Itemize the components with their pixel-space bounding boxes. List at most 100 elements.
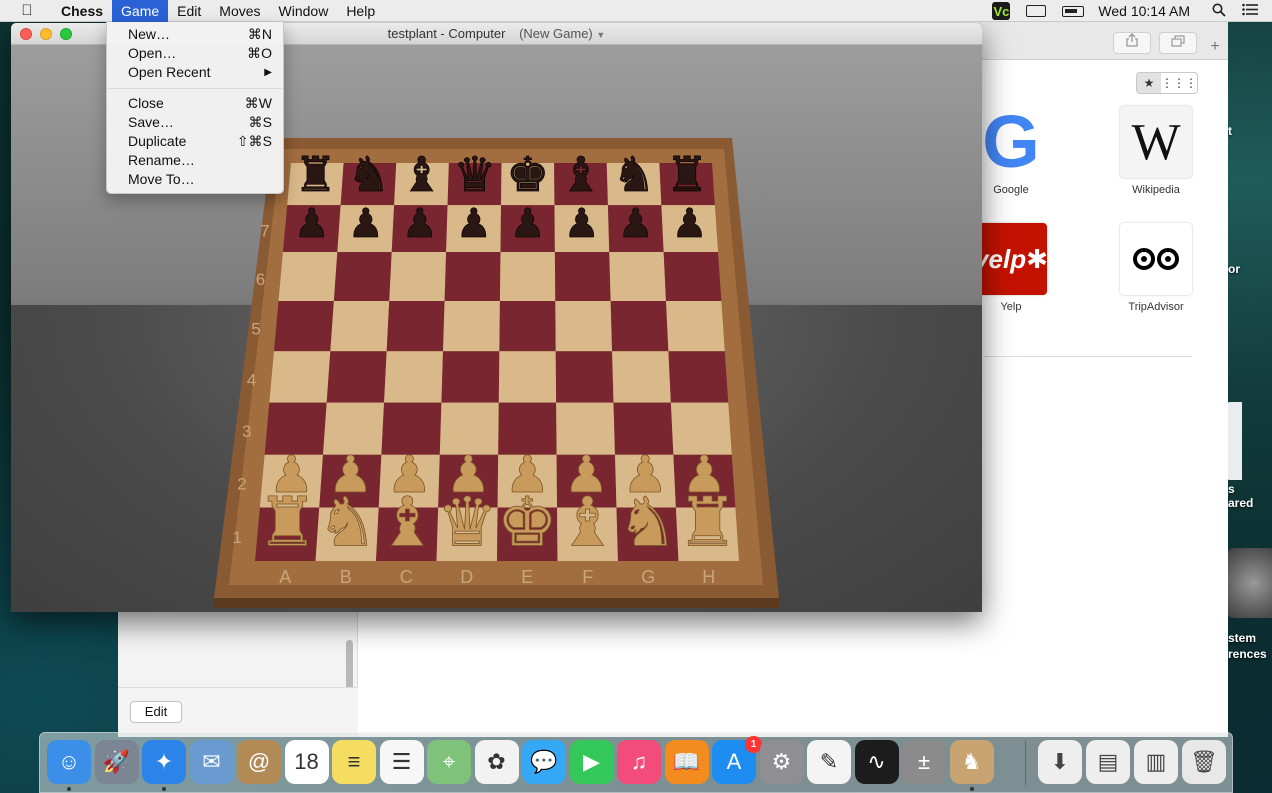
system-preferences-icon[interactable]: ⚙ — [759, 740, 804, 784]
black-pawn-piece[interactable]: ♟ — [617, 201, 654, 248]
safari-icon[interactable]: ✦ — [142, 740, 186, 784]
board-square[interactable] — [663, 252, 722, 301]
messages-icon[interactable]: 💬 — [522, 740, 566, 784]
black-rook-piece[interactable]: ♜ — [665, 147, 709, 204]
board-square[interactable] — [273, 300, 334, 352]
black-pawn-piece[interactable]: ♟ — [671, 201, 708, 248]
desktop-label-1[interactable]: t — [1228, 124, 1232, 138]
favorite-yelp[interactable]: yelp✱ Yelp — [974, 223, 1048, 313]
board-square[interactable] — [609, 252, 667, 301]
white-knight-piece[interactable]: ♞ — [616, 483, 678, 563]
black-pawn-piece[interactable]: ♟ — [294, 201, 331, 248]
black-pawn-piece[interactable]: ♟ — [563, 201, 600, 248]
tabs-overview-button[interactable] — [1159, 32, 1197, 54]
vnc-icon[interactable]: Vc — [992, 2, 1011, 20]
board-square[interactable] — [666, 300, 725, 352]
desktop-label-6[interactable]: rences — [1228, 647, 1267, 661]
board-square[interactable] — [386, 300, 445, 352]
star-icon[interactable]: ★ — [1137, 73, 1161, 93]
board-square[interactable] — [444, 252, 501, 301]
board-square[interactable] — [278, 252, 338, 301]
downloads-folder-icon[interactable]: ⬇ — [1038, 740, 1082, 784]
ibooks-icon[interactable]: 📖 — [664, 740, 709, 784]
desktop-label-3[interactable]: s — [1228, 482, 1235, 496]
white-king-piece[interactable]: ♚ — [496, 483, 558, 563]
black-bishop-piece[interactable]: ♝ — [400, 147, 444, 204]
white-knight-piece[interactable]: ♞ — [316, 483, 378, 563]
menu-window[interactable]: Window — [270, 0, 338, 22]
desktop-label-2[interactable]: or — [1228, 262, 1240, 276]
black-knight-piece[interactable]: ♞ — [612, 147, 656, 204]
menu-item-save[interactable]: Save… ⌘S — [107, 113, 283, 132]
battery-icon[interactable] — [1062, 5, 1085, 17]
favorite-tripadvisor[interactable]: TripAdvisor — [1119, 223, 1193, 313]
favorites-view-toggle[interactable]: ★ ⋮⋮⋮ — [1136, 72, 1198, 94]
board-square[interactable] — [443, 300, 500, 352]
black-knight-piece[interactable]: ♞ — [347, 147, 391, 204]
board-square[interactable] — [610, 300, 669, 352]
edit-button[interactable]: Edit — [130, 701, 182, 723]
maps-icon[interactable]: ⌖ — [427, 740, 471, 784]
board-square[interactable] — [498, 351, 557, 403]
menu-game[interactable]: Game — [112, 0, 169, 22]
new-tab-plus-icon[interactable]: + — [1204, 37, 1226, 59]
display-icon[interactable] — [1026, 5, 1047, 17]
black-bishop-piece[interactable]: ♝ — [559, 147, 603, 204]
favorite-wikipedia[interactable]: W Wikipedia — [1119, 106, 1193, 196]
white-bishop-piece[interactable]: ♝ — [376, 483, 438, 563]
black-pawn-piece[interactable]: ♟ — [401, 201, 438, 248]
trash-icon[interactable]: 🗑 — [1182, 740, 1226, 784]
menu-item-move-to[interactable]: Move To… — [107, 170, 283, 189]
black-pawn-piece[interactable]: ♟ — [347, 201, 384, 248]
board-square[interactable] — [499, 252, 556, 301]
menu-help[interactable]: Help — [337, 0, 384, 22]
board-square[interactable] — [330, 300, 390, 352]
app-store-icon[interactable]: A1 — [712, 736, 762, 784]
menu-item-close[interactable]: Close ⌘W — [107, 94, 283, 113]
chevron-down-icon[interactable]: ▼ — [596, 30, 605, 40]
textedit-icon[interactable]: ✎ — [807, 740, 851, 784]
finder-icon[interactable]: ☺ — [47, 740, 91, 784]
board-square[interactable] — [668, 351, 729, 403]
photos-icon[interactable]: ✿ — [474, 740, 519, 784]
menu-item-open-recent[interactable]: Open Recent ▶ — [107, 63, 283, 82]
board-square[interactable] — [554, 252, 611, 301]
board-square[interactable] — [612, 351, 671, 403]
menu-edit[interactable]: Edit — [168, 0, 210, 22]
apple-menu-icon[interactable]:  — [18, 2, 36, 19]
search-icon[interactable] — [1212, 3, 1226, 20]
board-square[interactable] — [555, 300, 613, 352]
facetime-icon[interactable]: ▶ — [569, 740, 614, 784]
menu-clock[interactable]: Wed 10:14 AM — [1098, 3, 1190, 19]
menu-item-open[interactable]: Open… ⌘O — [107, 44, 283, 63]
black-queen-piece[interactable]: ♛ — [453, 147, 497, 204]
board-square[interactable] — [499, 300, 556, 352]
board-square[interactable] — [333, 252, 392, 301]
mail-icon[interactable]: ✉ — [189, 740, 234, 784]
black-pawn-piece[interactable]: ♟ — [509, 201, 546, 248]
menu-item-rename[interactable]: Rename… — [107, 151, 283, 170]
board-square[interactable] — [269, 351, 331, 403]
desktop-label-4[interactable]: ared — [1228, 496, 1253, 510]
notes-icon[interactable]: ≡ — [332, 740, 376, 784]
white-rook-piece[interactable]: ♜ — [256, 483, 318, 563]
menu-moves[interactable]: Moves — [210, 0, 269, 22]
favorite-google[interactable]: G Google — [974, 105, 1048, 196]
board-square[interactable] — [555, 351, 614, 403]
black-king-piece[interactable]: ♚ — [506, 147, 550, 204]
board-square[interactable] — [441, 351, 500, 403]
launchpad-icon[interactable]: 🚀 — [94, 740, 139, 784]
black-rook-piece[interactable]: ♜ — [294, 147, 338, 204]
menu-app-chess[interactable]: Chess — [52, 0, 112, 22]
white-rook-piece[interactable]: ♜ — [676, 483, 738, 563]
list-icon[interactable] — [1242, 3, 1258, 19]
share-button[interactable] — [1113, 32, 1151, 54]
white-queen-piece[interactable]: ♛ — [436, 483, 498, 563]
white-bishop-piece[interactable]: ♝ — [556, 483, 618, 563]
reminders-icon[interactable]: ☰ — [379, 740, 424, 784]
system-preferences-desktop-icon[interactable] — [1226, 548, 1272, 618]
contacts-icon[interactable]: @ — [237, 740, 281, 784]
calendar-icon[interactable]: 18 — [284, 740, 329, 784]
black-pawn-piece[interactable]: ♟ — [455, 201, 492, 248]
menu-item-new[interactable]: New… ⌘N — [107, 25, 283, 44]
